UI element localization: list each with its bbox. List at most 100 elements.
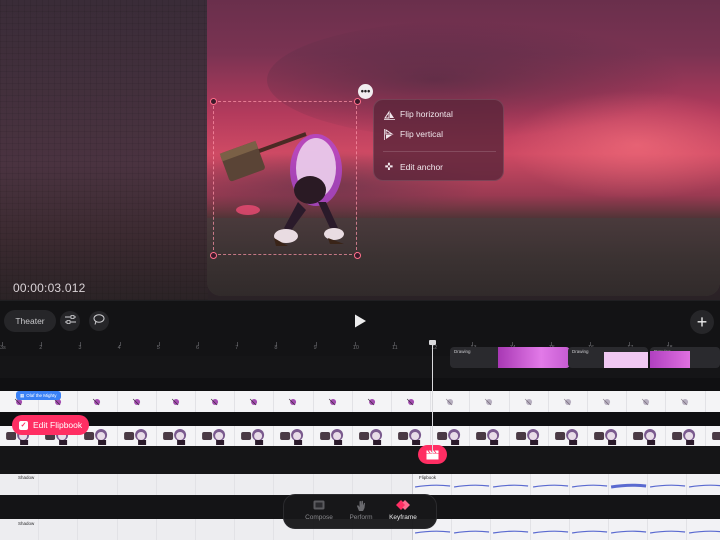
frame-cell[interactable] [648,519,688,540]
frame-cell[interactable] [609,474,649,495]
frame-cell[interactable] [588,391,628,412]
frame-cell[interactable] [39,519,79,540]
frame-cell[interactable] [531,519,570,540]
playhead[interactable] [432,342,433,454]
frame-cell[interactable] [157,519,196,540]
frame-cell[interactable] [431,391,471,412]
frame-cell[interactable] [627,426,667,446]
frame-cell[interactable] [157,426,196,446]
anchor-icon: ✜ [384,161,394,173]
frame-cell[interactable] [666,391,706,412]
theater-button[interactable]: Theater [4,310,56,332]
ruler-label: 6 [196,345,200,351]
frame-cell[interactable] [470,426,510,446]
preview-stage[interactable]: ••• Flip horizontal Flip vertical ✜ Edit… [0,0,720,300]
frame-cell[interactable] [452,519,492,540]
frame-cell[interactable] [413,474,453,495]
menu-item-edit-anchor[interactable]: ✜ Edit anchor [374,157,505,177]
more-options-button[interactable]: ••• [358,84,373,99]
frame-cell[interactable] [118,474,157,495]
frame-cell[interactable] [392,426,432,446]
frame-cell[interactable] [706,391,720,412]
selection-handle-top-right[interactable] [354,98,361,105]
frame-cell[interactable] [452,474,492,495]
frame-cell[interactable] [648,474,688,495]
drawing-clip[interactable]: Drawing [568,347,648,368]
frame-cell[interactable] [549,426,588,446]
frame-cell[interactable] [549,391,588,412]
frame-cell[interactable] [235,426,275,446]
add-button[interactable]: + [690,310,714,334]
character-tag[interactable]: ▦ Olaf the Mighty [16,391,61,400]
frame-cell[interactable] [235,474,275,495]
frame-cell[interactable] [78,391,118,412]
loop-button[interactable] [89,311,109,331]
selection-handle-bottom-left[interactable] [210,252,217,259]
character-frames-lane-2[interactable] [0,426,720,446]
drawing-label: Drawing [572,349,589,354]
character-frames-lane-1[interactable] [0,391,720,412]
frame-cell[interactable] [588,426,628,446]
frame-cell[interactable] [666,426,706,446]
mode-keyframe[interactable]: Keyframe [380,500,426,526]
frame-cell[interactable] [609,519,649,540]
frame-cell[interactable] [157,391,196,412]
edit-flipbook-button[interactable]: ✓ Edit Flipbook [12,415,89,435]
frame-cell[interactable] [687,519,720,540]
frame-cell[interactable] [118,426,157,446]
drawing-clip[interactable]: Drawing [650,347,720,368]
frame-cell[interactable] [353,426,392,446]
frame-cell[interactable] [235,519,275,540]
frame-cell[interactable] [491,474,531,495]
track-settings-button[interactable] [60,311,80,331]
hand-icon [356,500,366,513]
selection-handle-top-left[interactable] [210,98,217,105]
frame-cell[interactable] [570,474,609,495]
frame-cell[interactable] [235,391,275,412]
frame-cell[interactable] [314,391,353,412]
frame-cell[interactable] [353,474,392,495]
frame-cell[interactable] [687,474,720,495]
frame-cell[interactable] [510,426,549,446]
frame-cell[interactable] [196,474,236,495]
frame-cell[interactable] [706,426,720,446]
frame-cell[interactable] [431,426,471,446]
frame-cell[interactable] [157,474,196,495]
play-button[interactable] [352,313,368,329]
frame-cell[interactable] [470,391,510,412]
frame-cell[interactable] [274,426,314,446]
playhead-handle[interactable] [429,340,436,345]
frame-cell[interactable] [118,391,157,412]
frame-cell[interactable] [118,519,157,540]
menu-item-label: Flip vertical [400,129,443,139]
drawing-clip[interactable]: Drawing [450,347,570,368]
frame-cell[interactable] [570,519,609,540]
frame-cell[interactable] [314,474,353,495]
frame-cell[interactable] [196,426,236,446]
frame-cell[interactable] [196,391,236,412]
ellipsis-icon: ••• [360,86,371,96]
frame-cell[interactable] [510,391,549,412]
app-root: ••• Flip horizontal Flip vertical ✜ Edit… [0,0,720,540]
frame-cell[interactable] [274,391,314,412]
frame-cell[interactable] [491,519,531,540]
frame-cell[interactable] [196,519,236,540]
menu-item-flip-vertical[interactable]: Flip vertical [374,124,505,144]
frame-cell[interactable] [78,474,118,495]
mode-label: Keyframe [389,514,417,521]
menu-item-flip-horizontal[interactable]: Flip horizontal [374,104,505,124]
frame-cell[interactable] [531,474,570,495]
frame-cell[interactable] [353,391,392,412]
frame-cell[interactable] [627,391,667,412]
flipbook-clip[interactable] [412,519,720,540]
selection-handle-bottom-right[interactable] [354,252,361,259]
frame-cell[interactable] [314,426,353,446]
frame-cell[interactable] [274,474,314,495]
selection-box[interactable] [213,101,357,255]
frame-cell[interactable] [78,519,118,540]
mode-perform[interactable]: Perform [338,500,384,526]
flipbook-clip[interactable]: Flipbook [412,474,720,495]
frame-cell[interactable] [392,391,432,412]
frame-cell[interactable] [39,474,79,495]
mode-compose[interactable]: Compose [296,500,342,526]
